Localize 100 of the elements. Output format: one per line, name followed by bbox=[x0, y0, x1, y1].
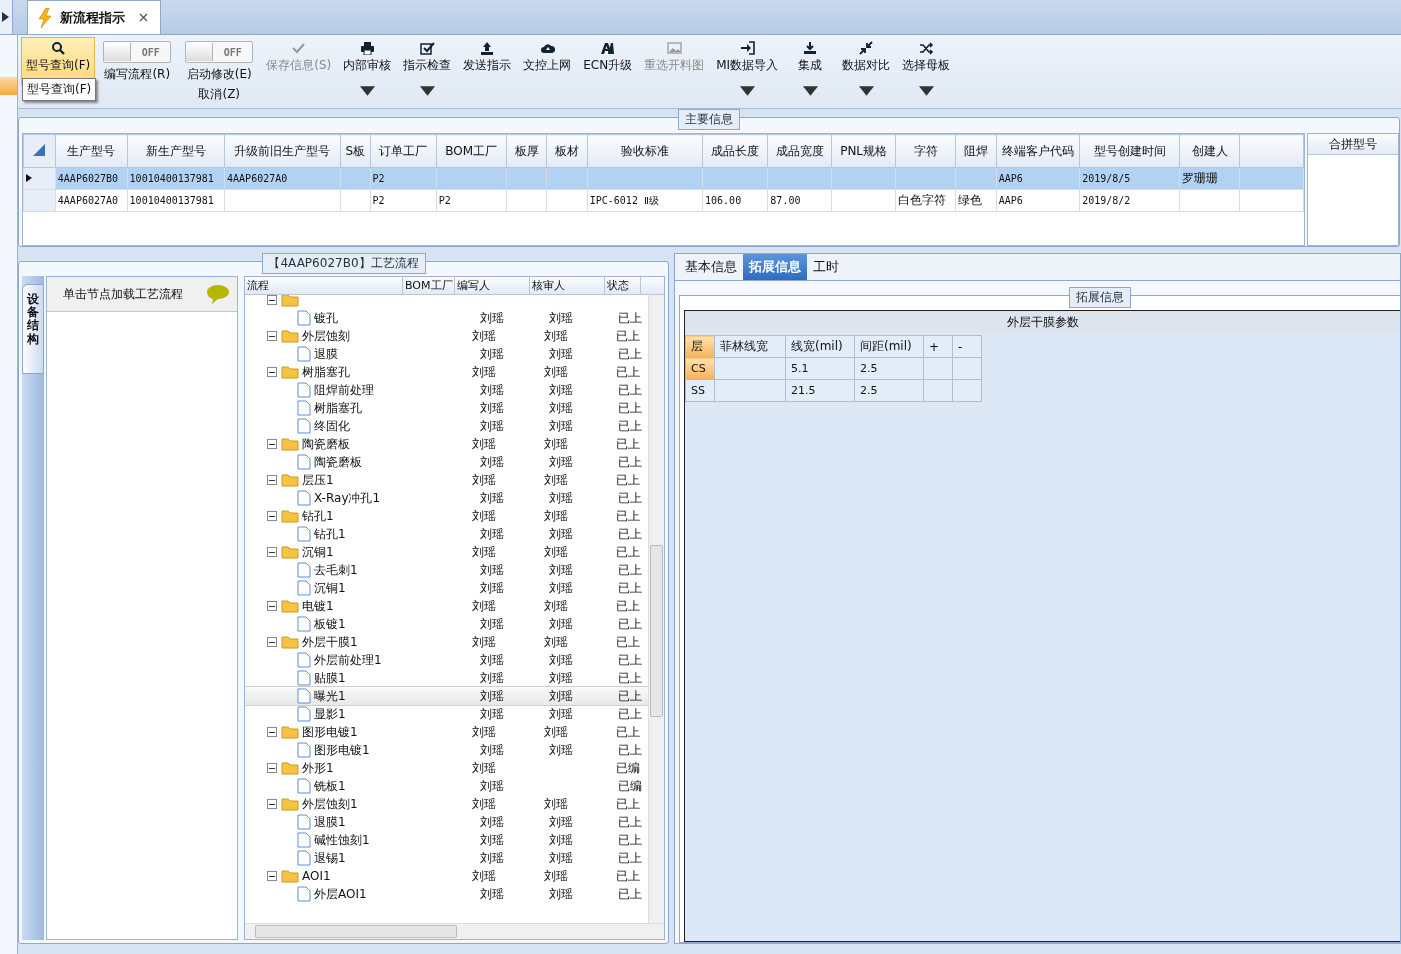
tree-node-label[interactable]: 阻焊前处理 bbox=[311, 381, 374, 399]
tree-node-label[interactable]: 外层前处理1 bbox=[311, 651, 382, 669]
table-cell-text: 刘瑶 bbox=[471, 544, 497, 559]
column-header[interactable]: 订单工厂 bbox=[370, 134, 437, 168]
toggle-switch[interactable]: OFF bbox=[103, 41, 172, 63]
corner-icon bbox=[33, 143, 46, 156]
toolbar-button[interactable]: 内部审核 bbox=[338, 37, 397, 102]
column-header[interactable]: BOM工厂 bbox=[436, 134, 507, 168]
column-header[interactable]: BOM工厂 bbox=[403, 277, 455, 295]
table-cell-text: 刘瑶 bbox=[547, 670, 573, 685]
table-cell-text: 已上 bbox=[615, 472, 641, 487]
table-cell-text: 已上 bbox=[615, 508, 641, 523]
toolbar-button[interactable]: ECN升级 bbox=[578, 37, 638, 78]
toolbar-button[interactable]: 指示检查 bbox=[398, 37, 457, 102]
collapse-icon[interactable] bbox=[267, 871, 277, 882]
column-header[interactable]: 新生产型号 bbox=[127, 134, 225, 168]
tree-node-label[interactable]: 退锡1 bbox=[311, 849, 346, 867]
tree-node-label[interactable]: 退膜1 bbox=[311, 813, 346, 831]
collapse-icon[interactable] bbox=[267, 799, 277, 810]
collapse-icon[interactable] bbox=[267, 763, 277, 774]
column-header[interactable]: 创建人 bbox=[1179, 134, 1240, 168]
collapse-icon[interactable] bbox=[267, 547, 277, 558]
table-cell-text: 刘瑶 bbox=[478, 382, 504, 397]
tree-node-label[interactable]: 陶瓷磨板 bbox=[299, 435, 350, 453]
tree-node-label[interactable]: 显影1 bbox=[311, 705, 346, 723]
column-header[interactable]: 终端客户代码 bbox=[996, 134, 1080, 168]
tree-node-label[interactable]: 外层蚀刻1 bbox=[299, 795, 358, 813]
tab[interactable]: 工时 bbox=[807, 254, 845, 281]
tree-node-label[interactable]: 镀孔 bbox=[311, 309, 338, 327]
tree-node-label[interactable]: X-Ray冲孔1 bbox=[311, 489, 381, 507]
tree-node-label[interactable]: 板镀1 bbox=[311, 615, 346, 633]
toolbar-button[interactable]: 数据对比 bbox=[837, 37, 896, 102]
toggle-switch[interactable]: OFF bbox=[185, 41, 254, 63]
column-header[interactable]: 板厚 bbox=[506, 134, 547, 168]
table-cell-text: 已上 bbox=[615, 796, 641, 811]
tree-node-label[interactable]: 沉铜1 bbox=[299, 543, 334, 561]
close-icon[interactable] bbox=[139, 13, 148, 22]
toggle-label: 启动修改(E) bbox=[186, 66, 252, 83]
collapse-icon[interactable] bbox=[267, 637, 277, 648]
tree-node-label[interactable]: 外层AOI1 bbox=[311, 885, 367, 903]
tree-node-label[interactable]: 贴膜1 bbox=[311, 669, 346, 687]
tree-node-label[interactable]: 层压1 bbox=[299, 471, 334, 489]
collapse-icon[interactable] bbox=[267, 727, 277, 738]
tree-node-label[interactable]: 退膜 bbox=[311, 345, 338, 363]
column-header[interactable]: PNL规格 bbox=[831, 134, 896, 168]
tab[interactable]: 基本信息 bbox=[679, 254, 743, 281]
column-header[interactable]: 型号创建时间 bbox=[1079, 134, 1180, 168]
tree-node-label[interactable]: 去毛刺1 bbox=[311, 561, 358, 579]
group-title: 主要信息 bbox=[678, 109, 740, 131]
tree-node-label[interactable]: 树脂塞孔 bbox=[311, 399, 362, 417]
table-cell: 2.5 bbox=[860, 384, 878, 398]
tree-node-label[interactable]: 沉铜1 bbox=[311, 579, 346, 597]
table-cell: 2019/8/5 bbox=[1082, 173, 1131, 185]
tree-node-label[interactable]: AOI1 bbox=[299, 869, 331, 884]
scrollbar[interactable] bbox=[245, 923, 664, 940]
collapse-icon[interactable] bbox=[267, 295, 277, 306]
tree-node-label[interactable]: 终固化 bbox=[311, 417, 350, 435]
document-tab[interactable]: 新流程指示 bbox=[27, 0, 161, 34]
toolbar-button[interactable]: 选择母板 bbox=[897, 37, 956, 102]
toolbar-button[interactable]: 发送指示 bbox=[458, 37, 517, 78]
caret-icon bbox=[918, 84, 934, 98]
tree-node-label[interactable]: 树脂塞孔 bbox=[299, 363, 350, 381]
side-tab[interactable]: 设备结构 bbox=[22, 284, 44, 375]
collapse-icon[interactable] bbox=[267, 439, 277, 450]
column-header[interactable]: S板 bbox=[340, 134, 371, 168]
collapse-icon[interactable] bbox=[267, 601, 277, 612]
column-header[interactable]: 验收标准 bbox=[587, 134, 703, 168]
tree-node-label[interactable]: 铣板1 bbox=[311, 777, 346, 795]
column-header[interactable]: 阻焊 bbox=[955, 134, 997, 168]
tree-node-label[interactable]: 图形电镀1 bbox=[311, 741, 370, 759]
tree-node-label[interactable]: 陶瓷磨板 bbox=[311, 453, 362, 471]
tree-node-label[interactable]: 电镀1 bbox=[299, 597, 334, 615]
collapse-icon[interactable] bbox=[267, 331, 277, 342]
column-header[interactable]: 流程 bbox=[245, 277, 403, 295]
tree-node-label[interactable]: 钻孔1 bbox=[299, 507, 334, 525]
column-header[interactable]: 升级前旧生产型号 bbox=[224, 134, 341, 168]
toolbar-button[interactable]: MI数据导入 bbox=[711, 37, 784, 102]
scrollbar[interactable] bbox=[648, 295, 664, 924]
tree-node-label[interactable]: 图形电镀1 bbox=[299, 723, 358, 741]
toolbar-button[interactable]: 文控上网 bbox=[518, 37, 577, 78]
tree-node-label[interactable]: 外层蚀刻 bbox=[299, 327, 350, 345]
tree-node-label[interactable]: 外形1 bbox=[299, 759, 334, 777]
column-header[interactable]: 板材 bbox=[546, 134, 588, 168]
collapse-icon[interactable] bbox=[267, 475, 277, 486]
column-header[interactable]: 编写人 bbox=[455, 277, 530, 295]
toolbar-button[interactable]: 集成 bbox=[785, 37, 836, 102]
column-header[interactable]: 成品长度 bbox=[702, 134, 768, 168]
tree-node-label[interactable]: 钻孔1 bbox=[311, 525, 346, 543]
column-header[interactable]: 生产型号 bbox=[55, 134, 128, 168]
tab[interactable]: 拓展信息 bbox=[743, 254, 807, 281]
column-header[interactable]: 成品宽度 bbox=[767, 134, 832, 168]
collapse-icon[interactable] bbox=[267, 367, 277, 378]
column-header[interactable]: 状态 bbox=[605, 277, 641, 295]
collapse-icon[interactable] bbox=[267, 511, 277, 522]
tree-node-label[interactable]: 碱性蚀刻1 bbox=[311, 831, 370, 849]
arrow-icon[interactable] bbox=[2, 12, 10, 22]
column-header[interactable]: 核审人 bbox=[530, 277, 605, 295]
column-header[interactable]: 字符 bbox=[895, 134, 956, 168]
tree-node-label[interactable]: 曝光1 bbox=[311, 687, 346, 705]
tree-node-label[interactable]: 外层干膜1 bbox=[299, 633, 358, 651]
